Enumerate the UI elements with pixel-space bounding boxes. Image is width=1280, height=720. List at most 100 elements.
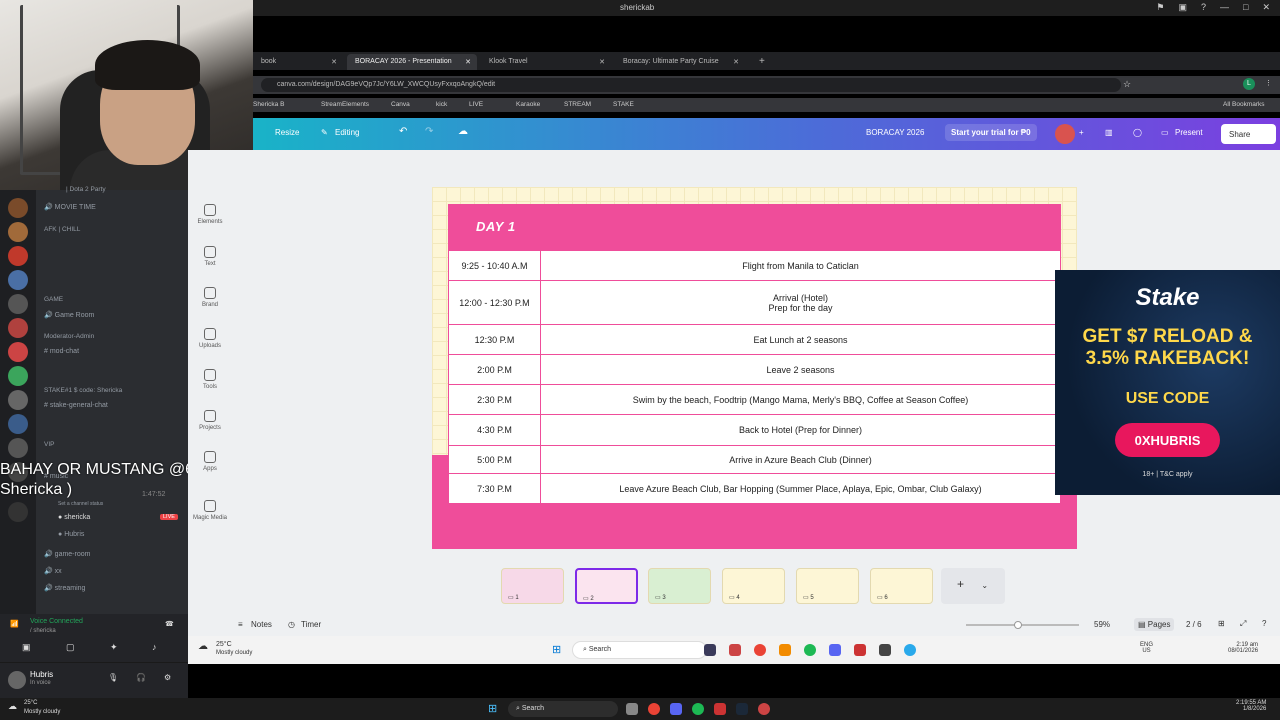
rail-uploads[interactable]: Uploads [188, 328, 232, 349]
day-header[interactable]: DAY 1 [448, 204, 1061, 250]
voice-user[interactable]: ● Hubris [58, 531, 84, 538]
server-icon[interactable] [8, 270, 28, 290]
chrome-icon[interactable] [754, 644, 766, 656]
time-cell[interactable]: 5:00 P.M [448, 445, 541, 474]
activity-cell[interactable]: Arrive in Azure Beach Club (Dinner) [540, 445, 1061, 474]
headphones-icon[interactable]: 🎧 [136, 673, 146, 682]
zoom-slider-handle[interactable] [1014, 621, 1022, 629]
zoom-slider[interactable] [966, 621, 1079, 629]
status-hint[interactable]: Set a channel status [58, 501, 103, 507]
bookmark[interactable]: StreamElements [321, 101, 369, 108]
clock[interactable]: 2:19 am 08/01/2026 [1228, 642, 1258, 654]
share-button[interactable]: Share [1221, 124, 1276, 144]
soundboard-icon[interactable]: ♪ [152, 642, 157, 652]
category-label[interactable]: VIP [44, 441, 54, 448]
activity-cell[interactable]: Back to Hotel (Prep for Dinner) [540, 414, 1061, 446]
close-tab-icon[interactable]: ✕ [465, 58, 471, 66]
activity-cell[interactable]: Swim by the beach, Foodtrip (Mango Mama,… [540, 384, 1061, 415]
help-icon[interactable]: ? [1201, 2, 1206, 13]
trial-button[interactable]: Start your trial for ₱0 [945, 124, 1037, 141]
telegram-icon[interactable] [904, 644, 916, 656]
bookmark[interactable]: Shericka B [253, 101, 284, 108]
page-thumbnail[interactable]: ▭ 4 [722, 568, 785, 604]
app-icon[interactable] [854, 644, 866, 656]
category-label[interactable]: AFK | CHILL [44, 226, 80, 233]
table-row[interactable]: 12:30 P.M Eat Lunch at 2 seasons [448, 324, 1061, 355]
schedule-table[interactable]: 9:25 - 10:40 A.M Flight from Manila to Ca… [448, 250, 1061, 504]
app-icon[interactable] [879, 644, 891, 656]
voice-channel[interactable]: 🔊 MOVIE TIME [44, 203, 96, 211]
browser-tab[interactable]: Boracay: Ultimate Party Cruise ✕ [615, 54, 745, 70]
bookmark[interactable]: LIVE [469, 101, 483, 108]
discord-icon[interactable] [670, 703, 682, 715]
chrome-icon[interactable] [648, 703, 660, 715]
taskbar-search[interactable]: ⌕ Search [572, 641, 707, 659]
bookmark[interactable]: kick [436, 101, 447, 108]
help-icon[interactable]: ? [1262, 619, 1266, 628]
bookmark[interactable]: STAKE [613, 101, 634, 108]
close-button[interactable]: ✕ [1262, 2, 1270, 13]
voice-channel[interactable]: 🔊 Game Room [44, 311, 94, 319]
activity-cell[interactable]: Eat Lunch at 2 seasons [540, 324, 1061, 355]
time-cell[interactable]: 2:00 P.M [448, 354, 541, 385]
screen-icon[interactable]: ▣ [1178, 2, 1187, 13]
server-icon[interactable] [8, 222, 28, 242]
pages-button[interactable]: ▤ Pages [1134, 618, 1175, 631]
voice-user[interactable]: ● shericka [58, 514, 90, 521]
page-thumbnail[interactable]: ▭ 6 [870, 568, 933, 604]
table-row[interactable]: 9:25 - 10:40 A.M Flight from Manila to Ca… [448, 250, 1061, 281]
category-label[interactable]: STAKE#1 $ code: Shericka [44, 387, 122, 394]
table-row[interactable]: 5:00 P.M Arrive in Azure Beach Club (Dinn… [448, 445, 1061, 474]
server-icon[interactable] [8, 294, 28, 314]
undo-icon[interactable]: ↶ [399, 126, 407, 137]
page-thumbnail[interactable]: ▭ 5 [796, 568, 859, 604]
page-thumbnail[interactable]: ▭ 3 [648, 568, 711, 604]
rail-apps[interactable]: Apps [188, 451, 232, 472]
resize-button[interactable]: Resize [275, 128, 299, 137]
camera-icon[interactable]: ▣ [22, 642, 31, 653]
bookmark[interactable]: Canva [391, 101, 410, 108]
server-icon[interactable] [8, 246, 28, 266]
voice-channel[interactable]: 🔊 xx [44, 567, 62, 575]
server-icon[interactable] [8, 366, 28, 386]
activity-cell[interactable]: Leave 2 seasons [540, 354, 1061, 385]
add-page-button[interactable]: + ⌄ [941, 568, 1005, 604]
page-thumbnail-selected[interactable]: ▭ 2 [575, 568, 638, 604]
server-icon[interactable] [8, 318, 28, 338]
table-row[interactable]: 2:30 P.M Swim by the beach, Foodtrip (Man… [448, 384, 1061, 415]
server-icon[interactable] [8, 198, 28, 218]
page-thumbnail[interactable]: ▭ 1 [501, 568, 564, 604]
browser-tab-active[interactable]: BORACAY 2026 - Presentation ✕ [347, 54, 477, 70]
app-icon[interactable] [779, 644, 791, 656]
voice-channel-name[interactable]: / shericka [30, 628, 56, 634]
pin-icon[interactable]: ⚑ [1156, 2, 1164, 13]
text-channel[interactable]: # mod-chat [44, 348, 79, 355]
close-tab-icon[interactable]: ✕ [331, 58, 337, 66]
discord-icon[interactable] [829, 644, 841, 656]
taskbar-search[interactable]: ⌕ Search [508, 701, 618, 717]
server-icon[interactable] [8, 342, 28, 362]
windows-start-icon[interactable]: ⊞ [552, 643, 561, 656]
cloud-save-icon[interactable]: ☁ [458, 126, 468, 137]
url-field[interactable]: canva.com/design/DAG9eVQp7Jc/Y6LW_XWCQUs… [261, 78, 1121, 92]
steam-icon[interactable] [736, 703, 748, 715]
file-explorer-icon[interactable] [626, 703, 638, 715]
comment-icon[interactable]: ◯ [1133, 128, 1142, 137]
table-row[interactable]: 12:00 - 12:30 P.M Arrival (Hotel) Prep for… [448, 280, 1061, 325]
grid-view-icon[interactable]: ⊞ [1218, 619, 1225, 628]
maximize-button[interactable]: □ [1243, 2, 1248, 13]
rail-text[interactable]: Text [188, 246, 232, 267]
activity-cell[interactable]: Flight from Manila to Caticlan [540, 250, 1061, 281]
bookmark[interactable]: Karaoke [516, 101, 540, 108]
voice-channel[interactable]: 🔊 streaming [44, 584, 85, 592]
mic-icon[interactable]: 🎙 [108, 673, 118, 682]
timer-button[interactable]: Timer [301, 620, 321, 629]
editing-dropdown[interactable]: Editing [335, 128, 359, 137]
time-cell[interactable]: 7:30 P.M [448, 473, 541, 504]
category-label[interactable]: GAME [44, 296, 63, 303]
avatar[interactable] [8, 671, 26, 689]
spotify-icon[interactable] [692, 703, 704, 715]
activity-cell[interactable]: Arrival (Hotel) Prep for the day [540, 280, 1061, 325]
browser-tab[interactable]: Klook Travel ✕ [481, 54, 611, 70]
rail-elements[interactable]: Elements [188, 204, 232, 225]
